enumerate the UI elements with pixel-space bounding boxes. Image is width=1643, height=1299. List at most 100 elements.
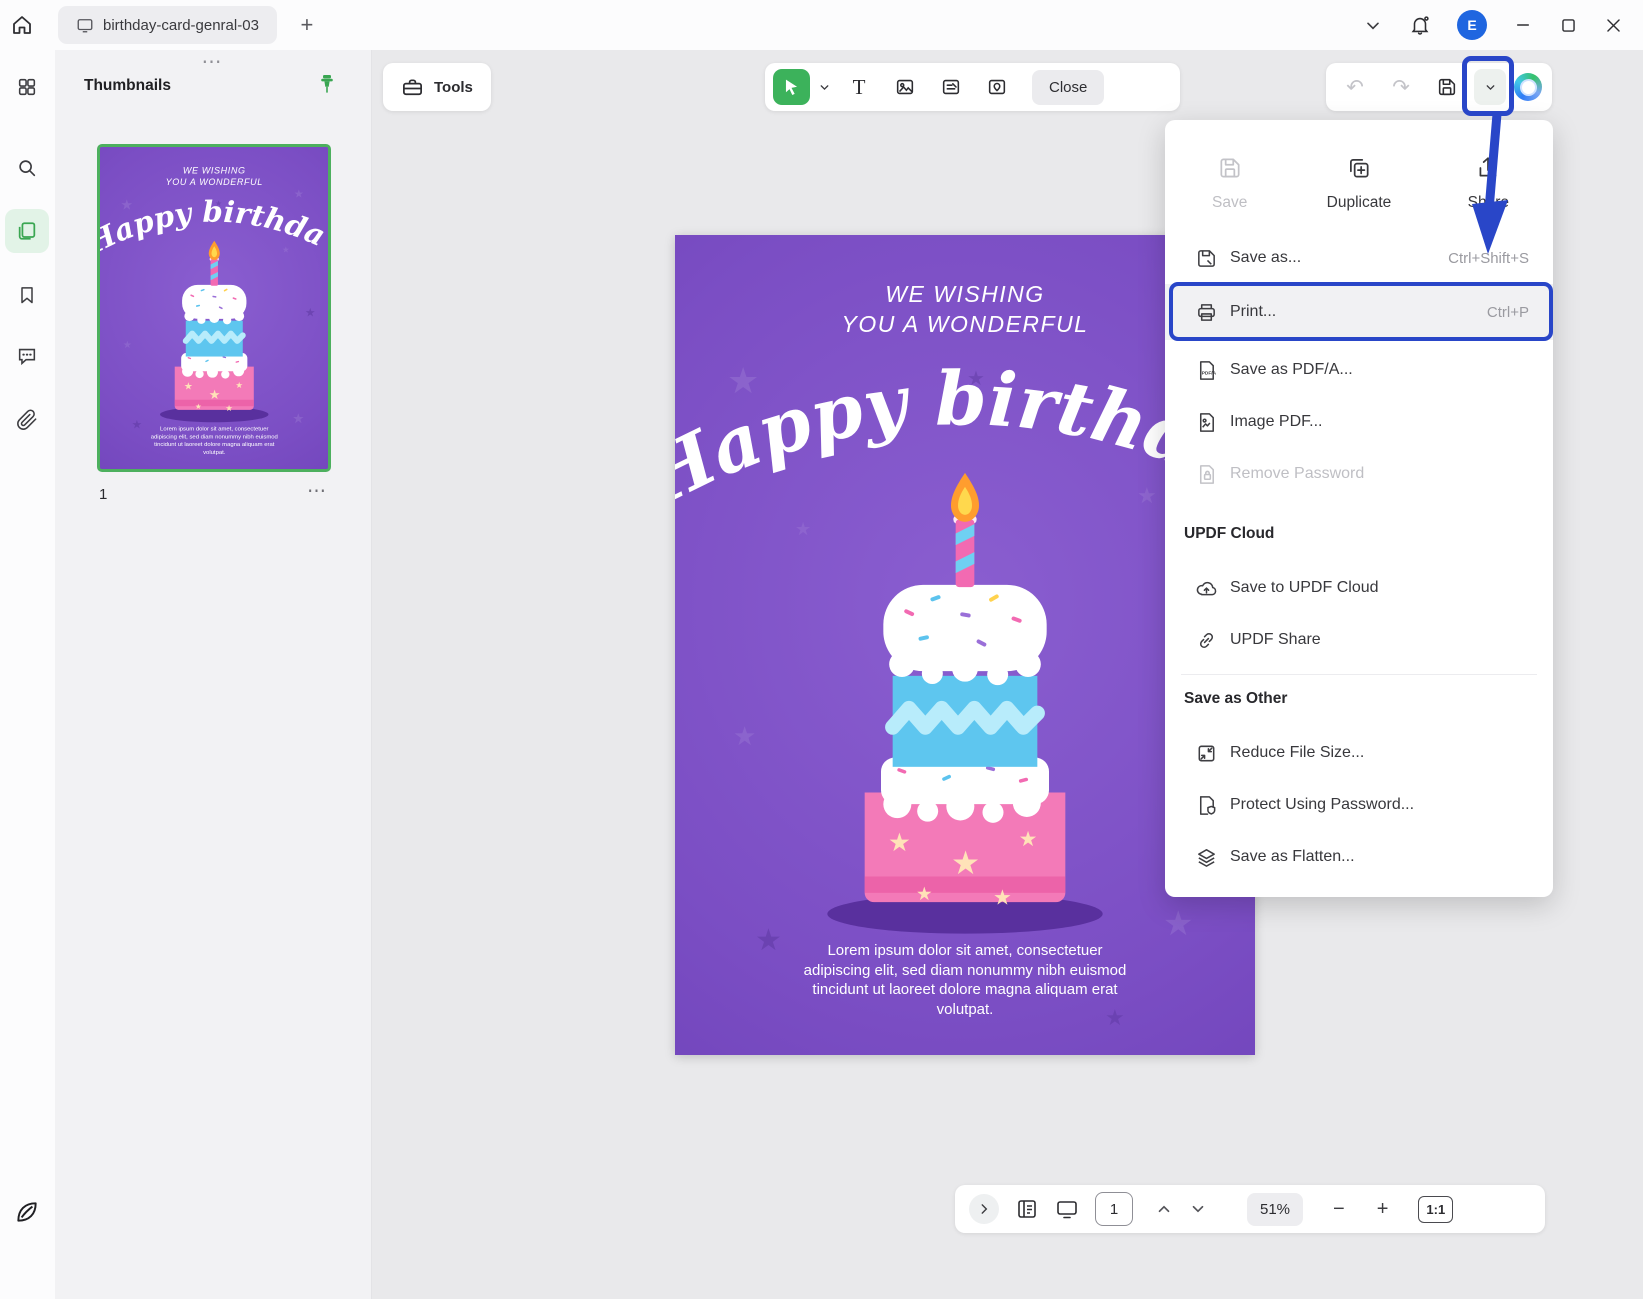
sidebar-item-apps[interactable]	[5, 65, 49, 109]
collapse-chevron-icon[interactable]	[1363, 15, 1383, 35]
menu-item-label: Save to UPDF Cloud	[1230, 579, 1529, 597]
svg-text:★: ★	[755, 924, 782, 957]
svg-text:★: ★	[733, 721, 756, 751]
menu-item-label: Remove Password	[1230, 465, 1517, 483]
page-number-input[interactable]	[1095, 1192, 1133, 1226]
svg-text:★: ★	[1163, 905, 1193, 943]
image-tool-button[interactable]	[884, 69, 926, 105]
form-icon	[940, 76, 962, 98]
menu-action-share[interactable]: Share	[1424, 134, 1553, 232]
page-layout-icon[interactable]	[1015, 1197, 1039, 1221]
bookmark-icon	[17, 285, 37, 305]
select-tool-button[interactable]	[773, 69, 810, 105]
sidebar-item-thumbnails[interactable]	[5, 209, 49, 253]
close-window-button[interactable]	[1604, 16, 1623, 35]
menu-divider	[1181, 674, 1537, 675]
svg-text:★: ★	[951, 844, 980, 881]
menu-item-shortcut: Ctrl+Shift+S	[1448, 250, 1529, 267]
file-toolbar: ↶ ↷	[1326, 63, 1552, 111]
image-icon	[894, 76, 916, 98]
edit-toolbar: T Close	[765, 63, 1180, 111]
zoom-in-button[interactable]: +	[1377, 1198, 1389, 1221]
menu-item-reduce-file-size[interactable]: Reduce File Size...	[1165, 727, 1553, 779]
save-options-dropdown[interactable]	[1474, 69, 1506, 105]
text-tool-button[interactable]: T	[838, 69, 880, 105]
save-button[interactable]	[1428, 69, 1466, 105]
close-button[interactable]: Close	[1032, 70, 1104, 105]
menu-item-print[interactable]: Print... Ctrl+P	[1165, 284, 1553, 340]
tools-button[interactable]: Tools	[383, 63, 491, 111]
search-icon	[16, 157, 38, 179]
svg-text:★: ★	[184, 382, 193, 393]
menu-item-save-as-flatten[interactable]: Save as Flatten...	[1165, 831, 1553, 883]
reduce-file-size-icon	[1195, 742, 1218, 765]
app-logo[interactable]	[5, 1190, 49, 1234]
thumbnails-title: Thumbnails	[84, 77, 171, 95]
duplicate-icon	[1346, 155, 1372, 181]
sidebar-item-search[interactable]	[5, 146, 49, 190]
menu-item-save-to-updf-cloud[interactable]: Save to UPDF Cloud	[1165, 562, 1553, 614]
presentation-icon[interactable]	[1055, 1197, 1079, 1221]
sidebar-item-comments[interactable]	[5, 334, 49, 378]
menu-item-protect-using-password[interactable]: Protect Using Password...	[1165, 779, 1553, 831]
birthday-cake-illustration: ★ ★ ★ ★ ★	[145, 231, 283, 429]
menu-item-save-as-pdfa[interactable]: PDF/A Save as PDF/A...	[1165, 344, 1553, 396]
stamp-icon	[986, 76, 1008, 98]
birthday-cake-illustration: ★ ★ ★ ★ ★	[790, 447, 1140, 949]
sidebar-item-attachments[interactable]	[5, 398, 49, 442]
menu-item-shortcut: Ctrl+P	[1487, 304, 1529, 321]
grid-icon	[16, 76, 38, 98]
pin-panel-button[interactable]	[315, 72, 339, 96]
new-tab-button[interactable]: +	[293, 12, 321, 38]
actual-size-button[interactable]: 1:1	[1418, 1196, 1453, 1223]
menu-item-updf-share[interactable]: UPDF Share	[1165, 614, 1553, 666]
link-icon	[1195, 629, 1218, 652]
tools-label: Tools	[434, 79, 473, 96]
menu-action-label: Share	[1468, 194, 1509, 212]
next-page-button[interactable]	[1189, 1200, 1207, 1218]
menu-item-label: Print...	[1230, 303, 1475, 321]
svg-text:★: ★	[993, 887, 1012, 910]
save-as-icon	[1195, 247, 1218, 270]
previous-page-button[interactable]	[1155, 1200, 1173, 1218]
redo-button: ↷	[1382, 69, 1420, 105]
thumbnails-panel: ⋯ Thumbnails ★ ★ ★ ★ ★ ★ ★ ★ WE WISHING …	[55, 50, 372, 1299]
user-avatar[interactable]: E	[1457, 10, 1487, 40]
ai-assistant-button[interactable]	[1514, 73, 1542, 101]
menu-item-label: Save as...	[1230, 249, 1436, 267]
svg-text:★: ★	[1019, 828, 1038, 851]
menu-action-duplicate[interactable]: Duplicate	[1294, 134, 1423, 232]
menu-action-label: Save	[1212, 194, 1247, 212]
expand-statusbar-button[interactable]	[969, 1194, 999, 1224]
document-tab[interactable]: birthday-card-genral-03	[58, 6, 277, 44]
panel-drag-handle[interactable]: ⋯	[202, 49, 225, 74]
page-thumbnail-1[interactable]: ★ ★ ★ ★ ★ ★ ★ ★ WE WISHING YOU A WONDERF…	[97, 144, 331, 472]
page-options-button[interactable]: ⋯	[307, 480, 327, 503]
svg-text:★: ★	[888, 829, 911, 857]
menu-item-image-pdf[interactable]: Image PDF...	[1165, 396, 1553, 448]
menu-section-save-as-other: Save as Other	[1165, 683, 1553, 715]
svg-text:★: ★	[132, 418, 143, 432]
flatten-layers-icon	[1195, 846, 1218, 869]
minimize-button[interactable]	[1513, 15, 1533, 35]
stamp-tool-button[interactable]	[976, 69, 1018, 105]
app-logo-icon	[14, 1199, 40, 1225]
maximize-button[interactable]	[1559, 16, 1578, 35]
svg-text:PDF/A: PDF/A	[1202, 370, 1217, 376]
menu-item-save-as[interactable]: Save as... Ctrl+Shift+S	[1165, 232, 1553, 284]
image-pdf-icon	[1195, 411, 1218, 434]
sidebar-item-bookmarks[interactable]	[5, 273, 49, 317]
svg-text:★: ★	[195, 402, 202, 411]
comment-icon	[16, 345, 38, 367]
svg-text:★: ★	[292, 411, 304, 426]
select-tool-dropdown[interactable]	[814, 69, 834, 105]
menu-item-label: Save as Flatten...	[1230, 848, 1529, 866]
document-monitor-icon	[76, 16, 94, 34]
zoom-level[interactable]: 51%	[1247, 1193, 1303, 1226]
zoom-out-button[interactable]: −	[1333, 1198, 1345, 1221]
form-tool-button[interactable]	[930, 69, 972, 105]
menu-item-label: Reduce File Size...	[1230, 744, 1529, 762]
home-button[interactable]	[0, 13, 44, 37]
undo-button: ↶	[1336, 69, 1374, 105]
notification-bell-icon[interactable]	[1409, 14, 1431, 36]
